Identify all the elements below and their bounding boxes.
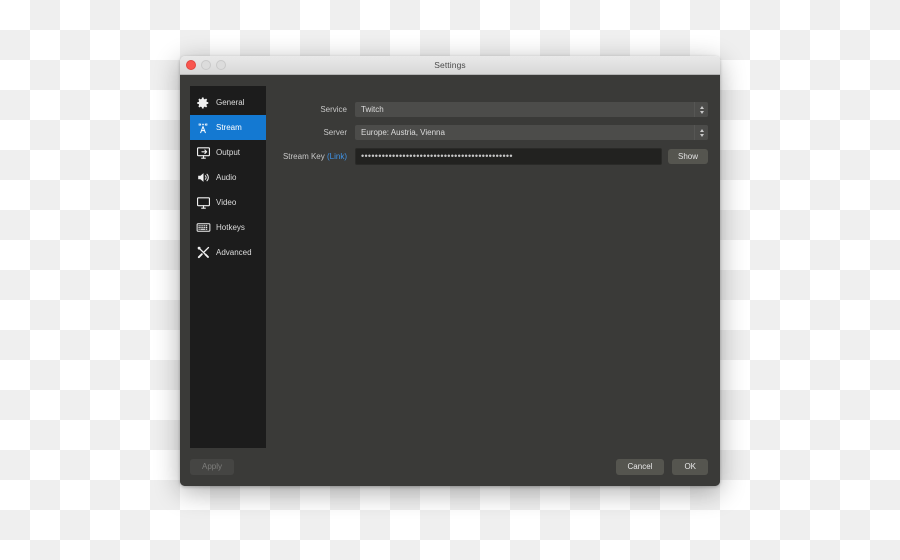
sidebar-item-label: Hotkeys xyxy=(216,223,245,232)
stream-settings-panel: Service Twitch Server Europe: Austria, V… xyxy=(266,75,720,448)
sidebar-item-label: General xyxy=(216,98,245,107)
sidebar-item-advanced[interactable]: Advanced xyxy=(190,240,266,265)
stream-key-row: Stream Key (Link) ••••••••••••••••••••••… xyxy=(266,148,708,165)
gear-icon xyxy=(195,95,211,111)
stream-key-label: Stream Key (Link) xyxy=(266,152,355,161)
tools-icon xyxy=(195,245,211,261)
ok-button[interactable]: OK xyxy=(672,459,708,475)
sidebar-item-output[interactable]: Output xyxy=(190,140,266,165)
sidebar-item-audio[interactable]: Audio xyxy=(190,165,266,190)
display-icon xyxy=(195,195,211,211)
apply-button[interactable]: Apply xyxy=(190,459,235,475)
sidebar-item-label: Video xyxy=(216,198,237,207)
service-stepper[interactable] xyxy=(694,102,708,117)
sidebar-item-hotkeys[interactable]: Hotkeys xyxy=(190,215,266,240)
stream-key-link[interactable]: (Link) xyxy=(327,152,347,161)
server-stepper[interactable] xyxy=(694,125,708,140)
sidebar-item-stream[interactable]: Stream xyxy=(190,115,266,140)
service-row: Service Twitch xyxy=(266,102,708,117)
show-stream-key-button[interactable]: Show xyxy=(667,149,708,164)
chevron-up-icon xyxy=(699,128,704,132)
settings-sidebar: General Stream Output Audio Video Hotkey… xyxy=(190,86,266,448)
service-label: Service xyxy=(320,105,347,114)
chevron-down-icon xyxy=(699,110,704,114)
sidebar-item-video[interactable]: Video xyxy=(190,190,266,215)
broadcast-icon xyxy=(195,120,211,136)
sidebar-item-general[interactable]: General xyxy=(190,90,266,115)
content-row: General Stream Output Audio Video Hotkey… xyxy=(180,75,720,448)
sidebar-item-label: Output xyxy=(216,148,241,157)
server-select[interactable]: Europe: Austria, Vienna xyxy=(355,125,708,140)
sidebar-item-label: Audio xyxy=(216,173,237,182)
server-label: Server xyxy=(323,128,347,137)
window-titlebar[interactable]: Settings xyxy=(180,56,720,75)
sidebar-item-label: Advanced xyxy=(216,248,252,257)
cancel-button[interactable]: Cancel xyxy=(615,459,665,475)
service-select[interactable]: Twitch xyxy=(355,102,708,117)
server-value: Europe: Austria, Vienna xyxy=(361,128,445,137)
speaker-icon xyxy=(195,170,211,186)
chevron-down-icon xyxy=(699,133,704,137)
dialog-footer: Apply Cancel OK xyxy=(180,448,720,486)
stream-key-masked-value: ••••••••••••••••••••••••••••••••••••••••… xyxy=(361,152,513,161)
chevron-up-icon xyxy=(699,105,704,109)
sidebar-item-label: Stream xyxy=(216,123,242,132)
monitor-out-icon xyxy=(195,145,211,161)
window-body: General Stream Output Audio Video Hotkey… xyxy=(180,75,720,486)
keyboard-icon xyxy=(195,220,211,236)
stream-key-label-text: Stream Key xyxy=(282,152,325,161)
settings-window: Settings General Stream Output Audio Vid… xyxy=(180,56,720,486)
window-title: Settings xyxy=(434,60,466,70)
footer-actions: Cancel OK xyxy=(615,459,708,475)
service-value: Twitch xyxy=(361,105,384,114)
stream-key-input[interactable]: ••••••••••••••••••••••••••••••••••••••••… xyxy=(355,148,662,165)
server-row: Server Europe: Austria, Vienna xyxy=(266,125,708,140)
